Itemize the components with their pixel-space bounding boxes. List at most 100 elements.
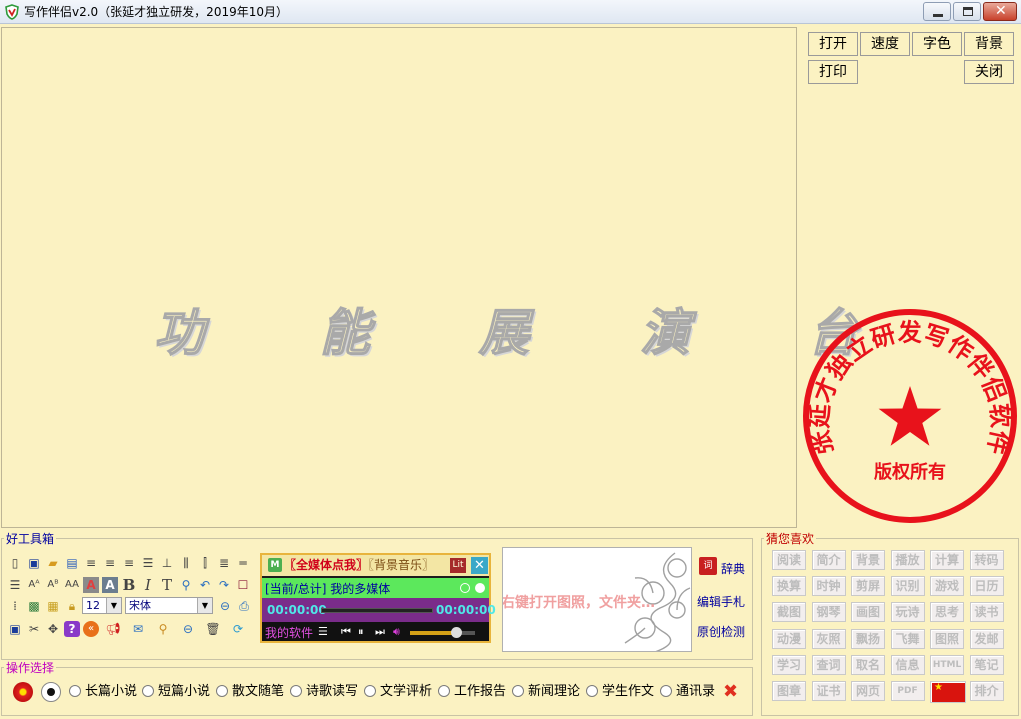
refresh-icon[interactable]: ⟳	[230, 621, 246, 637]
guess-button[interactable]: 简介	[811, 550, 846, 570]
columns-icon[interactable]: ⫼	[178, 555, 194, 571]
line-spacing-icon[interactable]: ≣	[216, 555, 232, 571]
radio-option-label[interactable]: 长篇小说	[85, 684, 137, 699]
radio-option[interactable]	[512, 685, 524, 697]
guess-button[interactable]: 信息	[890, 654, 925, 675]
guess-button[interactable]: 取名	[851, 654, 885, 675]
edit-notes-link[interactable]: 编辑手札	[697, 593, 745, 610]
guess-button[interactable]: 钢琴	[811, 602, 846, 623]
guess-button[interactable]: 背景	[851, 550, 885, 570]
new-doc-icon[interactable]: ▯	[7, 555, 23, 571]
image-preview[interactable]: 右键打开图照，文件夹…	[502, 547, 692, 652]
align-center-icon[interactable]: ≡	[102, 555, 118, 571]
align-right-icon[interactable]: ≡	[121, 555, 137, 571]
text-editor[interactable]: 功 能 展 演 台	[1, 27, 859, 528]
flower-icon[interactable]	[13, 682, 33, 702]
guess-button[interactable]: 证书	[811, 681, 846, 701]
guess-button[interactable]: 日历	[969, 576, 1004, 597]
subscript-icon[interactable]: Aᴮ	[45, 577, 61, 593]
paragraph-icon[interactable]: ═	[235, 555, 251, 571]
open-folder-icon[interactable]: ▰	[45, 555, 61, 571]
fill-a-icon[interactable]: A	[102, 577, 118, 593]
superscript-icon[interactable]: Aᴬ	[26, 577, 42, 593]
table-icon[interactable]: ▦	[45, 598, 61, 614]
open-button[interactable]: 打开	[808, 32, 858, 56]
dictionary-link[interactable]: 辞典	[721, 560, 745, 577]
font-size-select[interactable]: 12 ▼	[82, 597, 122, 614]
guess-button[interactable]: 播放	[890, 550, 925, 570]
font-color-button[interactable]: 字色	[912, 32, 962, 56]
shuffle-icon[interactable]	[475, 583, 485, 593]
guess-button[interactable]: PDF	[890, 681, 925, 701]
dictionary-icon[interactable]: 词	[699, 557, 717, 575]
megaphone-icon[interactable]: 📢︎	[105, 621, 121, 637]
radio-option[interactable]	[290, 685, 302, 697]
guess-button[interactable]: 识别	[890, 576, 925, 597]
guess-button[interactable]: 排介	[969, 681, 1004, 701]
guess-button[interactable]: 时钟	[811, 576, 846, 597]
guess-button[interactable]: 计算	[930, 550, 964, 570]
menu-icon[interactable]: ☰	[318, 624, 328, 639]
progress-slider[interactable]	[321, 608, 433, 613]
indent-icon[interactable]: ⫿	[197, 555, 213, 571]
radio-option[interactable]	[438, 685, 450, 697]
guess-button[interactable]: 剪屏	[851, 576, 885, 597]
player-playlist-bar[interactable]: [当前/总计] 我的多媒体	[262, 578, 489, 598]
guess-button[interactable]: 笔记	[969, 654, 1004, 675]
repeat-icon[interactable]	[460, 583, 470, 593]
guess-button[interactable]: 读书	[969, 602, 1004, 623]
back-icon[interactable]: «	[83, 621, 99, 637]
guess-button[interactable]: 图章	[772, 681, 806, 701]
china-flag-button[interactable]: ★	[930, 681, 966, 703]
font-case-icon[interactable]: AA	[64, 577, 80, 593]
minus-icon[interactable]: ⊖	[180, 621, 196, 637]
my-software-link[interactable]: 我的软件	[265, 624, 313, 641]
background-button[interactable]: 背景	[964, 32, 1014, 56]
radio-option[interactable]	[660, 685, 672, 697]
zoom-out-icon[interactable]: ⊖	[217, 598, 233, 614]
find-icon[interactable]: ⚲	[178, 577, 194, 593]
italic-icon[interactable]: I	[140, 577, 156, 593]
search-icon[interactable]: ⚲	[155, 621, 171, 637]
player-close-button[interactable]: ✕	[471, 557, 488, 574]
align-left-icon[interactable]: ≡	[83, 555, 99, 571]
bold-icon[interactable]: B	[121, 577, 137, 593]
restore-button[interactable]	[953, 2, 981, 21]
radio-option-label[interactable]: 短篇小说	[158, 684, 210, 699]
save-icon[interactable]: ▣	[26, 555, 42, 571]
bg-music-link[interactable]: 〖背景音乐〗	[368, 558, 434, 572]
font-name-select[interactable]: 宋体 ▼	[125, 597, 213, 614]
radio-option-label[interactable]: 散文随笔	[232, 684, 284, 699]
prev-icon[interactable]: ⏮	[341, 624, 351, 639]
radio-option-label[interactable]: 工作报告	[454, 684, 506, 699]
print-button[interactable]: 打印	[808, 60, 858, 84]
color-a-icon[interactable]: A	[83, 577, 99, 593]
mail-icon[interactable]: ✉	[130, 621, 146, 637]
volume-slider[interactable]	[410, 631, 475, 635]
lock-icon[interactable]: 🔒︎	[64, 598, 80, 614]
guess-button[interactable]: 思考	[930, 602, 964, 623]
radio-option[interactable]	[69, 685, 81, 697]
guess-button[interactable]: 转码	[969, 550, 1004, 570]
guess-button[interactable]: 飘扬	[851, 628, 885, 649]
guess-button[interactable]: 灰照	[811, 628, 846, 649]
printer-icon[interactable]: ⎙	[236, 598, 252, 614]
clear-icon[interactable]: ✖	[723, 682, 738, 702]
image-icon[interactable]: ▩	[26, 598, 42, 614]
radio-option[interactable]	[216, 685, 228, 697]
guess-button[interactable]: 查词	[811, 654, 846, 675]
align-bottom-icon[interactable]: ⊥	[159, 555, 175, 571]
volume-icon[interactable]: 🔊︎	[393, 624, 400, 639]
all-media-link[interactable]: 〖全媒体点我〗	[284, 558, 368, 572]
radio-option[interactable]	[586, 685, 598, 697]
radio-option-label[interactable]: 通讯录	[676, 684, 715, 699]
lines-icon[interactable]: ☰	[7, 577, 23, 593]
guess-button[interactable]: 发邮	[969, 628, 1004, 649]
minimize-button[interactable]	[923, 2, 951, 21]
guess-button[interactable]: 学习	[772, 654, 806, 675]
lit-button[interactable]: Lit	[450, 558, 466, 573]
radio-option[interactable]	[364, 685, 376, 697]
text-t-icon[interactable]: T	[159, 577, 175, 593]
justify-icon[interactable]: ☰	[140, 555, 156, 571]
close-doc-button[interactable]: 关闭	[964, 60, 1014, 84]
